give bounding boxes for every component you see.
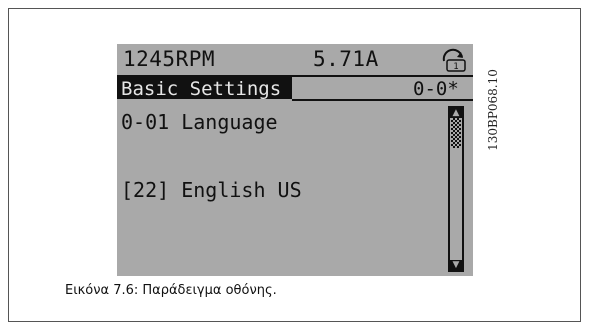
scroll-thumb[interactable] <box>451 118 461 148</box>
parameter-value: [22] English US <box>121 178 302 202</box>
figure-id-text: 130BP068.10 <box>486 69 500 151</box>
status-current: 5.71A <box>313 47 379 71</box>
menu-underline <box>292 99 473 101</box>
svg-text:1: 1 <box>453 62 458 72</box>
scroll-up-icon[interactable]: ▲ <box>450 108 462 118</box>
menu-title: Basic Settings <box>121 78 282 100</box>
figure-id: 130BP068.10 <box>486 30 500 190</box>
scroll-down-icon[interactable]: ▼ <box>450 260 462 270</box>
setup-1-icon: 1 <box>442 48 466 72</box>
lcd-display: 1245RPM 5.71A 1 Basic Settings 0-0* 0-01… <box>117 44 473 276</box>
menu-index: 0-0* <box>413 78 459 100</box>
figure-caption: Εικόνα 7.6: Παράδειγμα οθόνης. <box>65 283 277 298</box>
status-rpm: 1245RPM <box>123 47 216 71</box>
parameter-name: 0-01 Language <box>121 110 278 134</box>
scrollbar[interactable]: ▲ ▼ <box>448 106 464 272</box>
